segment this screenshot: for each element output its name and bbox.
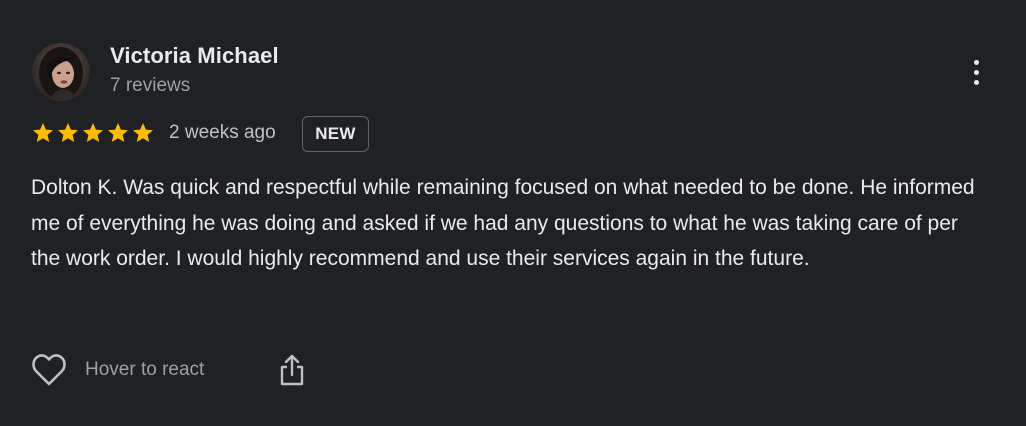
review-text: Dolton K. Was quick and respectful while…	[31, 176, 975, 270]
more-vertical-icon	[973, 59, 979, 65]
react-label: Hover to react	[85, 359, 205, 380]
star-icon	[33, 123, 53, 142]
react-button[interactable]: Hover to react	[30, 350, 204, 390]
reviewer-review-count[interactable]: 7 reviews	[110, 75, 190, 97]
share-button[interactable]	[274, 350, 310, 390]
star-icon	[108, 123, 128, 142]
more-vertical-icon-dot	[973, 79, 979, 85]
review-time: 2 weeks ago	[169, 122, 276, 143]
avatar[interactable]	[32, 43, 90, 101]
share-icon	[280, 354, 304, 386]
new-badge: NEW	[302, 116, 369, 152]
heart-icon	[32, 354, 66, 386]
more-vertical-icon-dot	[973, 69, 979, 75]
star-icon	[83, 123, 103, 142]
more-options-button[interactable]	[958, 52, 994, 92]
star-icon	[58, 123, 78, 142]
review-card: Victoria Michael 7 reviews 2 weeks ago N…	[0, 0, 1026, 426]
reviewer-name[interactable]: Victoria Michael	[110, 43, 279, 69]
star-rating	[31, 121, 155, 145]
star-icon	[133, 123, 153, 142]
